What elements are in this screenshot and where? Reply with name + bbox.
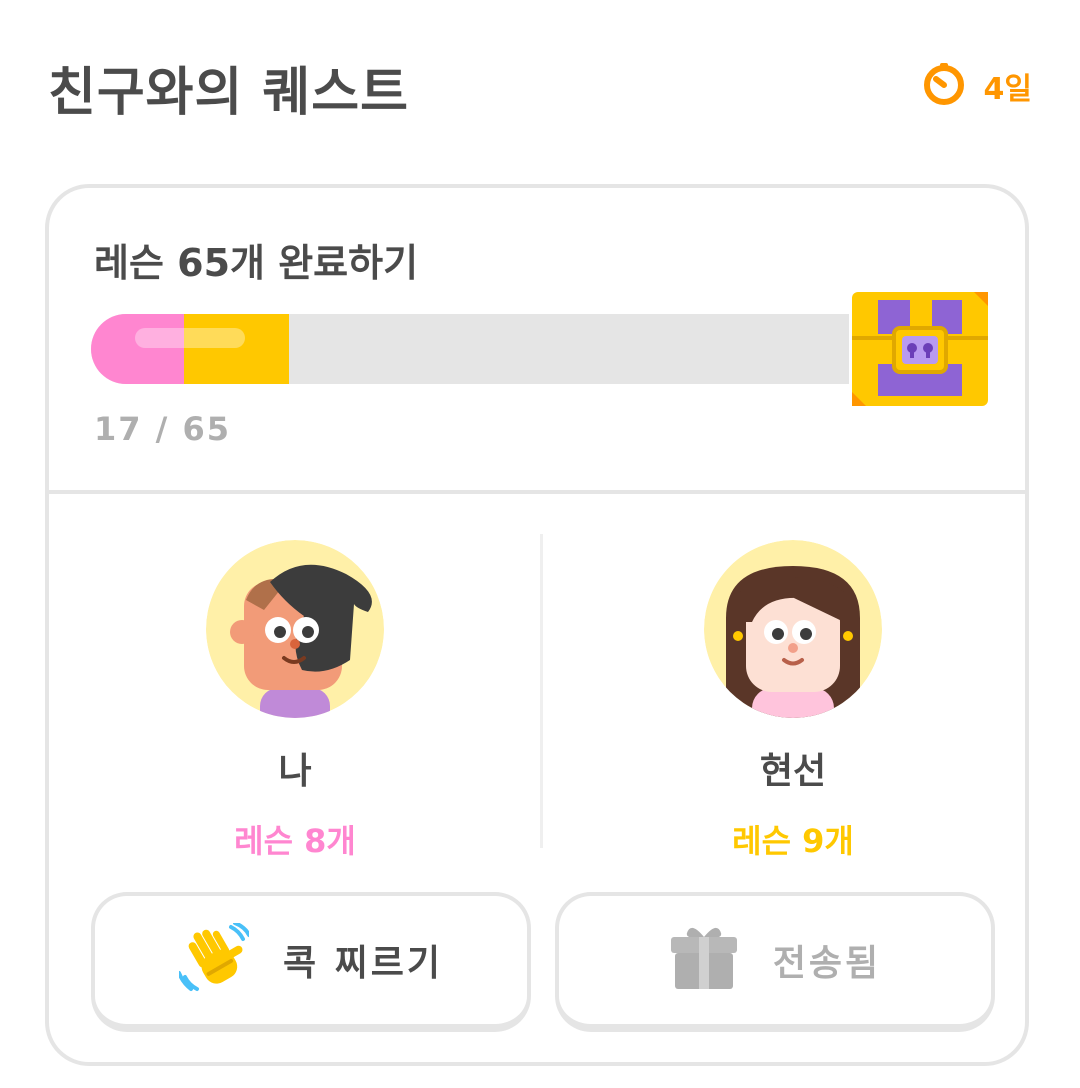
friends-quest-card: 레슨 65개 완료하기 17 / 65 나 레슨 8개 현선 레슨 9개 콕 찌… bbox=[45, 184, 1029, 1066]
time-remaining-text: 4일 bbox=[983, 72, 1032, 107]
timer-icon bbox=[922, 62, 966, 110]
gift-sent-label: 전송됨 bbox=[772, 943, 882, 984]
progress-highlight bbox=[135, 328, 245, 348]
participant-me: 나 레슨 8개 bbox=[145, 540, 445, 862]
participant-friend: 현선 레슨 9개 bbox=[643, 540, 943, 862]
nudge-button[interactable]: 콕 찌르기 bbox=[91, 892, 531, 1032]
quest-progress-bar bbox=[91, 314, 849, 384]
gift-icon bbox=[669, 925, 739, 995]
nudge-button-label: 콕 찌르기 bbox=[282, 943, 443, 984]
female-avatar bbox=[704, 540, 882, 718]
progress-fill-me bbox=[91, 314, 185, 384]
page-title: 친구와의 퀘스트 bbox=[48, 63, 409, 123]
participant-name: 나 bbox=[278, 751, 312, 792]
time-remaining: 4일 bbox=[922, 62, 1032, 110]
quest-goal: 레슨 65개 완료하기 bbox=[94, 241, 419, 285]
male-avatar bbox=[206, 540, 384, 718]
treasure-chest-icon bbox=[852, 292, 988, 410]
participant-lessons: 레슨 9개 bbox=[732, 822, 854, 860]
waving-hand-icon bbox=[176, 921, 251, 997]
friends-divider bbox=[540, 534, 543, 848]
gift-sent-button[interactable]: 전송됨 bbox=[555, 892, 995, 1032]
progress-count: 17 / 65 bbox=[94, 410, 232, 448]
participant-name: 현선 bbox=[759, 751, 827, 792]
section-divider bbox=[49, 490, 1025, 494]
participant-lessons: 레슨 8개 bbox=[234, 822, 356, 860]
progress-fill-friend bbox=[184, 314, 289, 384]
